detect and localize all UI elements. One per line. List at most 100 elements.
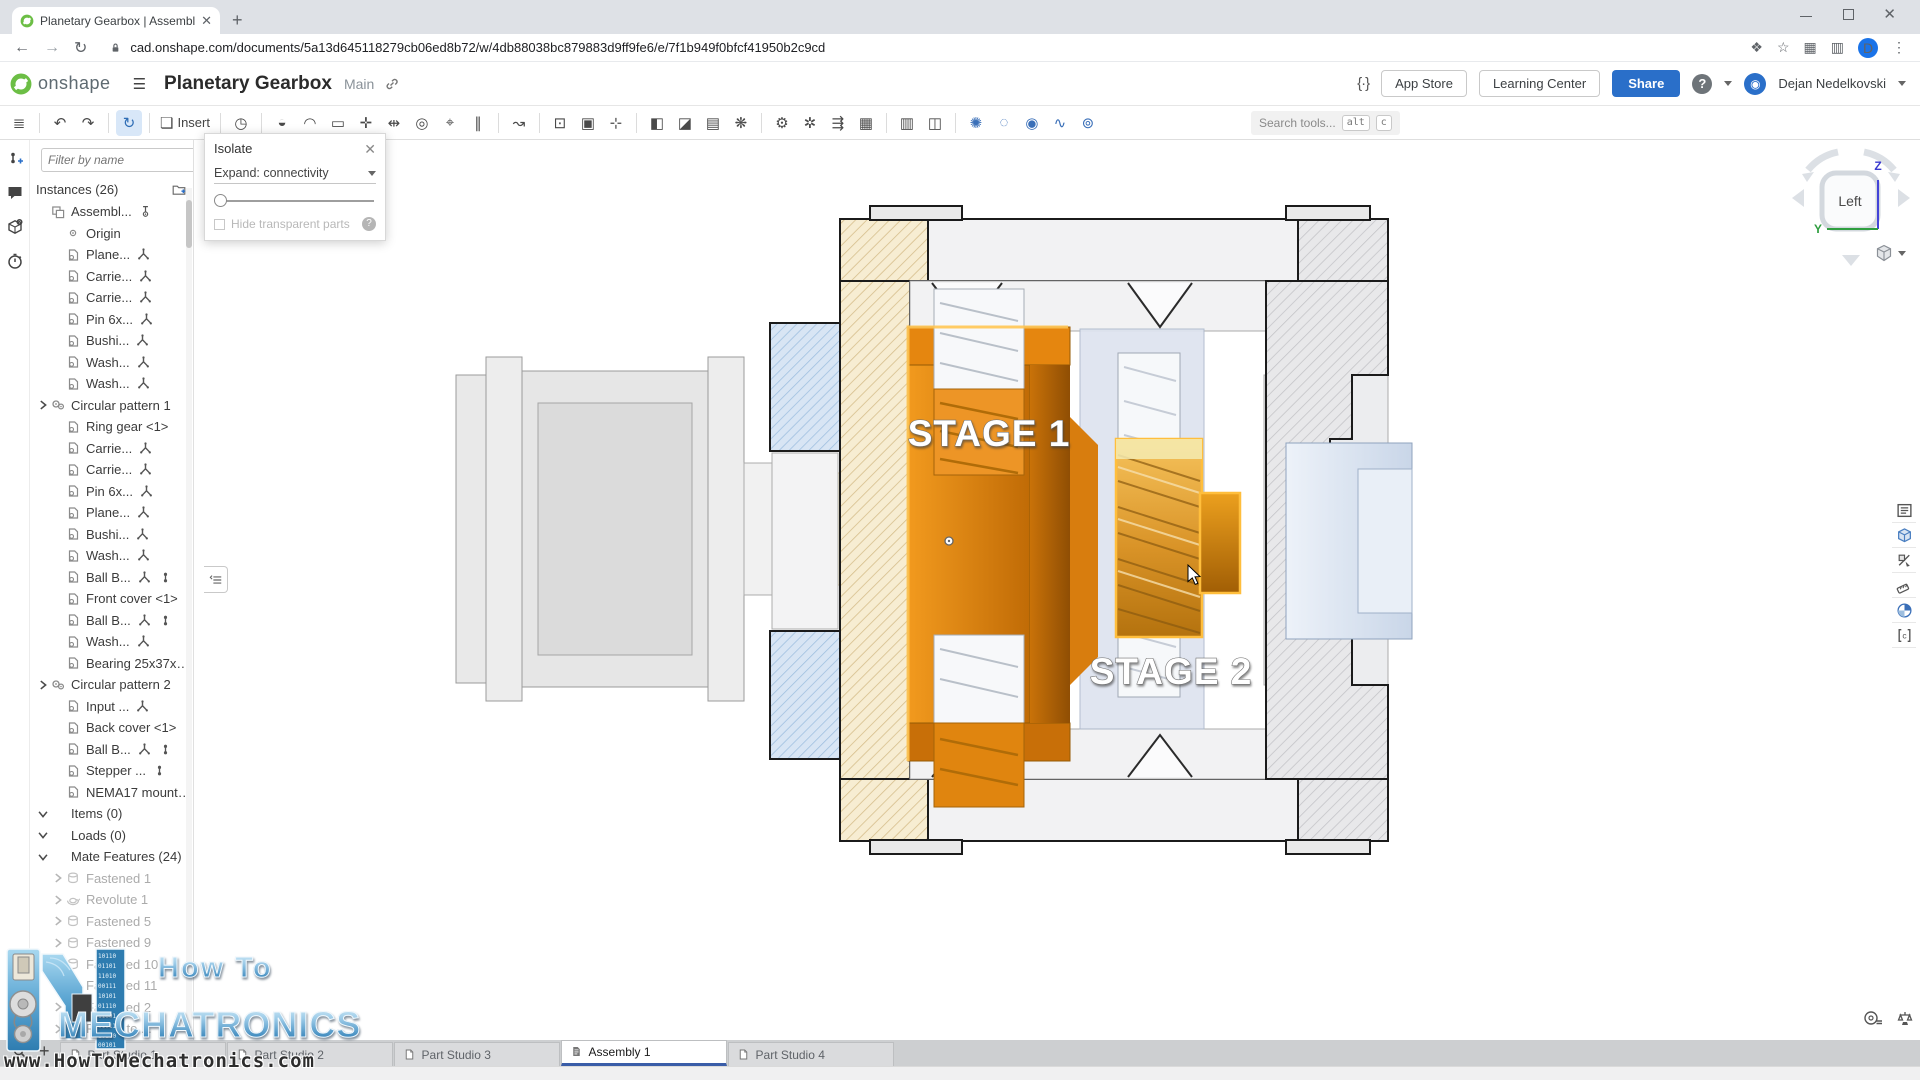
tab-search-icon[interactable] [12,1044,27,1059]
sidebar-scrollbar[interactable] [186,188,192,1028]
tree-item[interactable]: Origin [30,223,193,245]
sidebar-scrollbar-thumb[interactable] [186,200,192,248]
share-button[interactable]: Share [1612,70,1680,97]
chevron-down-icon[interactable] [36,850,50,864]
tree-item[interactable]: Wash... [30,545,193,567]
tree-item[interactable]: Stepper ... [30,760,193,782]
isolate-expand-dropdown[interactable]: Expand: connectivity [214,166,376,184]
share-link-icon[interactable] [384,76,400,92]
mass-properties-icon[interactable] [1892,598,1916,623]
replicate-icon[interactable]: ▦ [853,110,879,136]
insert-part-icon[interactable]: ◧ [644,110,670,136]
reading-list-icon[interactable]: ▥ [1831,39,1844,56]
slider-mate-icon[interactable]: ⇹ [381,110,407,136]
tree-item[interactable]: Circular pattern 2 [30,674,193,696]
extensions-icon[interactable]: ▦ [1804,39,1817,56]
tree-item[interactable]: Bearing 25x37x7m... [30,653,193,675]
tree-item[interactable]: Wash... [30,631,193,653]
group-icon[interactable]: ▣ [575,110,601,136]
output-shaft[interactable] [1286,443,1412,639]
hide-transparent-checkbox[interactable] [214,219,225,230]
help-icon[interactable]: ? [1692,74,1712,94]
browser-back-icon[interactable]: ← [14,39,30,57]
onshape-logo[interactable]: onshape [10,73,111,95]
graphics-viewport[interactable]: STAGE 1 STAGE 2 Left Z Y c [194,140,1920,1040]
gear-relation-icon[interactable]: ⚙ [769,110,795,136]
slider-thumb[interactable] [214,194,227,207]
user-avatar[interactable]: ◉ [1744,73,1766,95]
insert-button[interactable]: ❏Insert [157,110,213,136]
chevron-right-icon[interactable] [36,398,50,412]
rack-relation-icon[interactable]: ✲ [797,110,823,136]
tape-measure-icon[interactable] [1863,1010,1883,1028]
slider-track[interactable] [216,200,374,202]
chevron-right-icon[interactable] [36,678,50,692]
animate-icon[interactable]: ∿ [1047,110,1073,136]
section-view-icon[interactable] [1892,548,1916,573]
tree-item[interactable]: Ball B... [30,567,193,589]
panel-collapse-tab[interactable] [204,566,228,593]
sheet-metal-icon[interactable]: ▥ [894,110,920,136]
model-properties-icon[interactable] [1892,498,1916,523]
address-bar[interactable]: cad.onshape.com/documents/5a13d645118279… [109,40,1750,55]
featurescript-icon[interactable]: {·} [1357,75,1369,92]
document-menu-icon[interactable]: ☰ [133,75,146,93]
configuration-panel-icon[interactable]: c [1892,623,1916,648]
element-tab-part-studio-4[interactable]: Part Studio 4 [728,1042,894,1066]
isolate-distance-slider[interactable] [214,194,376,208]
explode-view-icon[interactable]: ✺ [963,110,989,136]
chevron-right-icon[interactable] [51,914,65,928]
performance-timer-icon[interactable] [6,252,24,270]
in-context-icon[interactable]: ◪ [672,110,698,136]
fastened-mate-icon[interactable]: ✛ [353,110,379,136]
chevron-right-icon[interactable] [51,893,65,907]
ball-bearings[interactable] [770,323,840,759]
select-box-icon[interactable]: ⊡ [547,110,573,136]
add-element-tab-icon[interactable]: + [39,1041,50,1062]
learning-center-button[interactable]: Learning Center [1479,70,1600,97]
tree-item[interactable]: Fastened 2 [30,997,193,1019]
new-tab-button[interactable]: + [232,10,243,31]
element-tab-assembly-1[interactable]: Assembly 1 [561,1040,727,1066]
tree-item[interactable]: Fastened 11 [30,975,193,997]
appearance-panel-icon[interactable]: ? [6,218,24,236]
tree-item[interactable]: Carrie... [30,266,193,288]
element-tab-part-studio-3[interactable]: Part Studio 3 [394,1042,560,1066]
cylindrical-mate-icon[interactable]: ◎ [409,110,435,136]
tree-item[interactable]: Wash... [30,352,193,374]
revolute-mate-icon[interactable]: ◠ [297,110,323,136]
simulation-icon[interactable]: ⊚ [1075,110,1101,136]
element-tab-part-studio-1[interactable]: Part Studio 1 [60,1042,226,1066]
browser-menu-icon[interactable]: ⋮ [1892,39,1906,56]
browser-profile-avatar[interactable]: D [1858,38,1878,58]
linear-pattern-icon[interactable]: ⇶ [825,110,851,136]
tree-item[interactable]: Circular pattern 1 [30,395,193,417]
workspace-branch[interactable]: Main [344,76,374,92]
planar-mate-icon[interactable]: ▭ [325,110,351,136]
chevron-down-icon[interactable] [36,807,50,821]
tree-item[interactable]: Carrie... [30,438,193,460]
tree-item[interactable]: Pin 6x... [30,309,193,331]
snap-mode-icon[interactable]: ↝ [506,110,532,136]
chevron-down-icon[interactable] [36,828,50,842]
undo-icon[interactable]: ↶ [47,110,73,136]
instances-panel-toggle-icon[interactable]: ≣ [6,110,32,136]
tree-item[interactable]: Plane... [30,244,193,266]
tree-item[interactable]: Ball B... [30,739,193,761]
pattern-icon[interactable]: ❋ [728,110,754,136]
tree-item[interactable]: Carrie... [30,459,193,481]
window-maximize-icon[interactable] [1843,9,1854,20]
chevron-right-icon[interactable] [51,936,65,950]
chevron-right-icon[interactable] [51,1022,65,1036]
frame-icon[interactable]: ◫ [922,110,948,136]
gearbox-cross-section[interactable]: STAGE 1 STAGE 2 [440,205,1440,880]
tree-item[interactable]: Fastened 5 [30,911,193,933]
window-close-icon[interactable]: ✕ [1883,9,1896,20]
tree-item[interactable]: Revolute 1 [30,889,193,911]
bookmark-star-icon[interactable]: ☆ [1777,39,1790,56]
mate-icon[interactable]: ◒ [269,110,295,136]
isolate-close-icon[interactable]: ✕ [364,141,376,158]
isolate-help-icon[interactable]: ? [362,217,376,231]
pin-slot-mate-icon[interactable]: ⌖ [437,110,463,136]
app-store-button[interactable]: App Store [1381,70,1467,97]
